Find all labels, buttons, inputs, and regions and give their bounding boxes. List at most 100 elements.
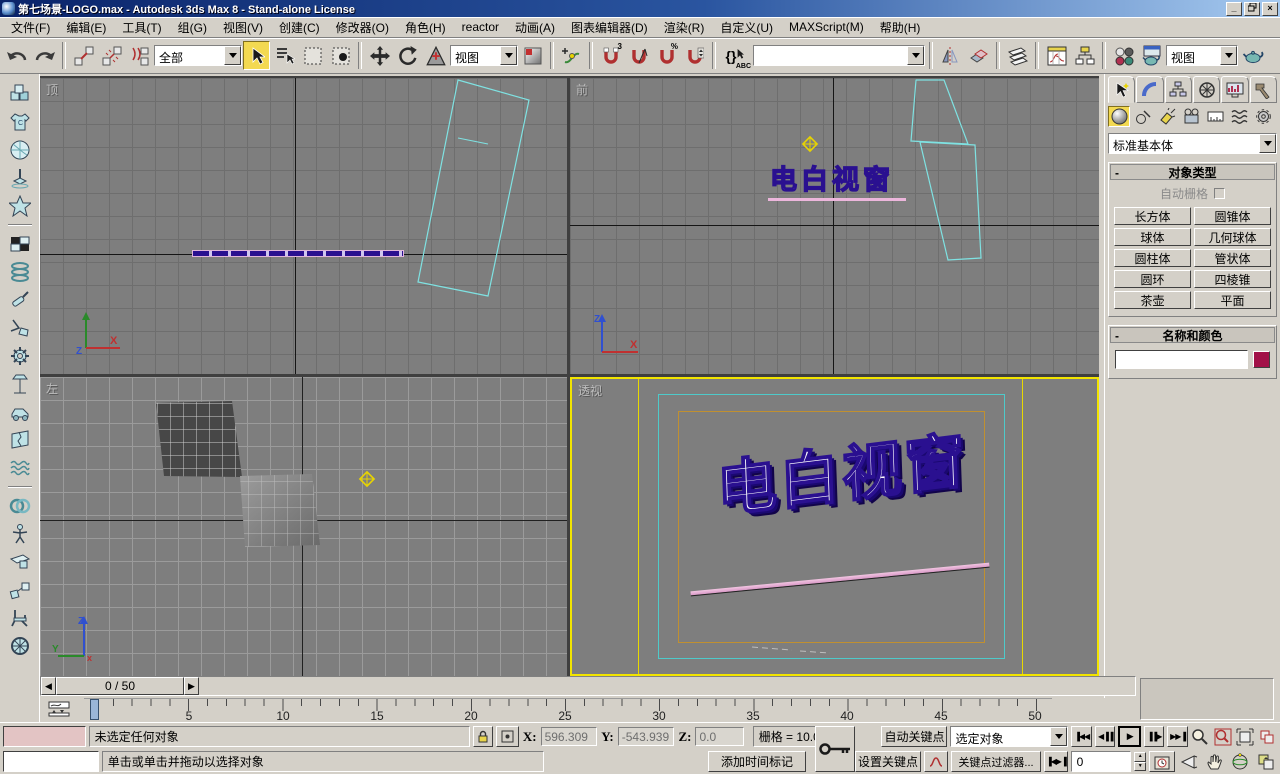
- subtab-cameras[interactable]: [1180, 106, 1202, 127]
- object-type-button[interactable]: 圆柱体: [1114, 249, 1191, 267]
- menu-item[interactable]: reactor: [454, 17, 507, 37]
- logo-front-wireframe[interactable]: 电白视窗: [770, 158, 894, 197]
- menu-item[interactable]: 创建(C): [271, 16, 328, 39]
- cloth-collection-icon[interactable]: C: [7, 110, 33, 134]
- go-to-start-button[interactable]: ▐◀◀: [1071, 726, 1091, 747]
- menu-item[interactable]: 修改器(O): [328, 16, 397, 39]
- field-of-view-icon[interactable]: [1178, 751, 1200, 773]
- quick-render-button[interactable]: [1239, 41, 1266, 70]
- hinge-icon[interactable]: [7, 316, 33, 340]
- wind-icon[interactable]: [7, 372, 33, 396]
- subtab-systems[interactable]: [1252, 106, 1274, 127]
- rectangular-selection-region-button[interactable]: [299, 41, 326, 70]
- arc-rotate-icon[interactable]: [1229, 751, 1251, 773]
- point-helper[interactable]: [800, 134, 820, 154]
- menu-item[interactable]: MAXScript(M): [781, 17, 872, 37]
- spinner-snap-button[interactable]: [681, 41, 708, 70]
- menu-item[interactable]: 文件(F): [3, 16, 58, 39]
- key-mode-toggle-button[interactable]: ▐◀▶▐: [1044, 751, 1068, 772]
- minimize-button[interactable]: _: [1226, 2, 1242, 16]
- object-type-button[interactable]: 几何球体: [1194, 228, 1271, 246]
- damper-icon[interactable]: [7, 288, 33, 312]
- selection-filter-dropdown[interactable]: 全部: [154, 45, 242, 66]
- redo-button[interactable]: [31, 41, 58, 70]
- dropdown-arrow-icon[interactable]: [907, 46, 924, 65]
- object-type-button[interactable]: 平面: [1194, 291, 1271, 309]
- menu-item[interactable]: 渲染(R): [656, 16, 713, 39]
- object-color-swatch[interactable]: [1253, 351, 1270, 368]
- attach-constraint-icon[interactable]: [7, 578, 33, 602]
- angle-snap-button[interactable]: [625, 41, 652, 70]
- x-coord-field[interactable]: 596.309: [541, 727, 598, 746]
- current-frame-field[interactable]: 0: [1071, 751, 1132, 772]
- fracture-icon[interactable]: [7, 428, 33, 452]
- viewport-top-label[interactable]: 顶: [46, 81, 58, 98]
- object-type-button[interactable]: 管状体: [1194, 249, 1271, 267]
- subtab-spacewarps[interactable]: [1228, 106, 1250, 127]
- align-button[interactable]: [965, 41, 992, 70]
- dropdown-arrow-icon[interactable]: [1050, 727, 1067, 746]
- object-type-button[interactable]: 四棱锥: [1194, 270, 1271, 288]
- curve-editor-button[interactable]: [1043, 41, 1070, 70]
- track-bar[interactable]: 05101520253035404550: [40, 698, 1136, 722]
- toy-car-icon[interactable]: [7, 400, 33, 424]
- key-filter-curve-icon[interactable]: [924, 751, 948, 772]
- snaps-toggle-button[interactable]: 3: [597, 41, 624, 70]
- render-scene-dialog-button[interactable]: [1138, 41, 1165, 70]
- tab-display[interactable]: [1221, 76, 1248, 103]
- absolute-offset-toggle[interactable]: [496, 726, 519, 747]
- menu-item[interactable]: 视图(V): [215, 16, 271, 39]
- zoom-all-icon[interactable]: [1213, 726, 1232, 748]
- select-and-scale-button[interactable]: [422, 41, 449, 70]
- dropdown-arrow-icon[interactable]: [500, 46, 517, 65]
- window-crossing-toggle-button[interactable]: [327, 41, 354, 70]
- key-filters-button[interactable]: 关键点过滤器...: [951, 751, 1041, 772]
- restore-button[interactable]: [1244, 2, 1260, 16]
- auto-key-button[interactable]: 自动关键点: [881, 726, 947, 747]
- dropdown-arrow-icon[interactable]: [224, 46, 241, 65]
- object-type-rollout-header[interactable]: -对象类型: [1110, 164, 1275, 180]
- maxscript-mini-listener-pink[interactable]: [3, 726, 86, 747]
- tab-create[interactable]: [1108, 76, 1135, 103]
- menu-item[interactable]: 组(G): [170, 16, 215, 39]
- menu-item[interactable]: 角色(H): [397, 16, 454, 39]
- viewport-left[interactable]: 左 Z Y x: [40, 377, 567, 676]
- select-and-link-button[interactable]: [70, 41, 97, 70]
- named-selection-sets-button[interactable]: {}ABC: [720, 41, 752, 70]
- subtab-helpers[interactable]: [1204, 106, 1226, 127]
- selection-lock-toggle[interactable]: [473, 726, 493, 747]
- point-helper[interactable]: [357, 469, 377, 489]
- body-chair-icon[interactable]: [7, 606, 33, 630]
- object-name-input[interactable]: [1115, 350, 1248, 369]
- undo-button[interactable]: [3, 41, 30, 70]
- plane-body-icon[interactable]: [7, 550, 33, 574]
- deforming-mesh-collection-icon[interactable]: [7, 194, 33, 218]
- tab-modify[interactable]: [1136, 76, 1163, 103]
- subtab-shapes[interactable]: [1132, 106, 1154, 127]
- logo-edge-on[interactable]: [192, 250, 404, 257]
- time-configuration-button[interactable]: [1149, 751, 1175, 772]
- close-button[interactable]: ×: [1262, 2, 1278, 16]
- object-type-button[interactable]: 圆锥体: [1194, 207, 1271, 225]
- constraint-solver-icon[interactable]: [7, 494, 33, 518]
- spring-icon[interactable]: [7, 260, 33, 284]
- menu-item[interactable]: 帮助(H): [872, 16, 929, 39]
- select-object-button[interactable]: [243, 41, 270, 70]
- logo-underline[interactable]: [768, 198, 906, 201]
- tab-hierarchy[interactable]: [1165, 76, 1192, 103]
- named-selection-dropdown[interactable]: [753, 45, 925, 66]
- layer-manager-button[interactable]: [1004, 41, 1031, 70]
- wheel-constraint-icon[interactable]: [7, 634, 33, 658]
- render-preset-dropdown[interactable]: 视图: [1166, 45, 1238, 66]
- name-color-rollout-header[interactable]: -名称和颜色: [1110, 327, 1275, 343]
- go-to-end-button[interactable]: ▶▶▐: [1167, 726, 1187, 747]
- select-and-manipulate-button[interactable]: [558, 41, 585, 70]
- time-slider-prev-button[interactable]: ◀: [41, 677, 56, 695]
- rigid-body-collection-icon[interactable]: [7, 82, 33, 106]
- plane-icon[interactable]: [7, 232, 33, 256]
- maxscript-mini-listener-white[interactable]: [3, 751, 99, 772]
- next-frame-button[interactable]: ▐▐▶: [1144, 726, 1164, 747]
- z-coord-field[interactable]: 0.0: [695, 727, 743, 746]
- zoom-icon[interactable]: [1191, 726, 1210, 748]
- menu-item[interactable]: 编辑(E): [58, 16, 114, 39]
